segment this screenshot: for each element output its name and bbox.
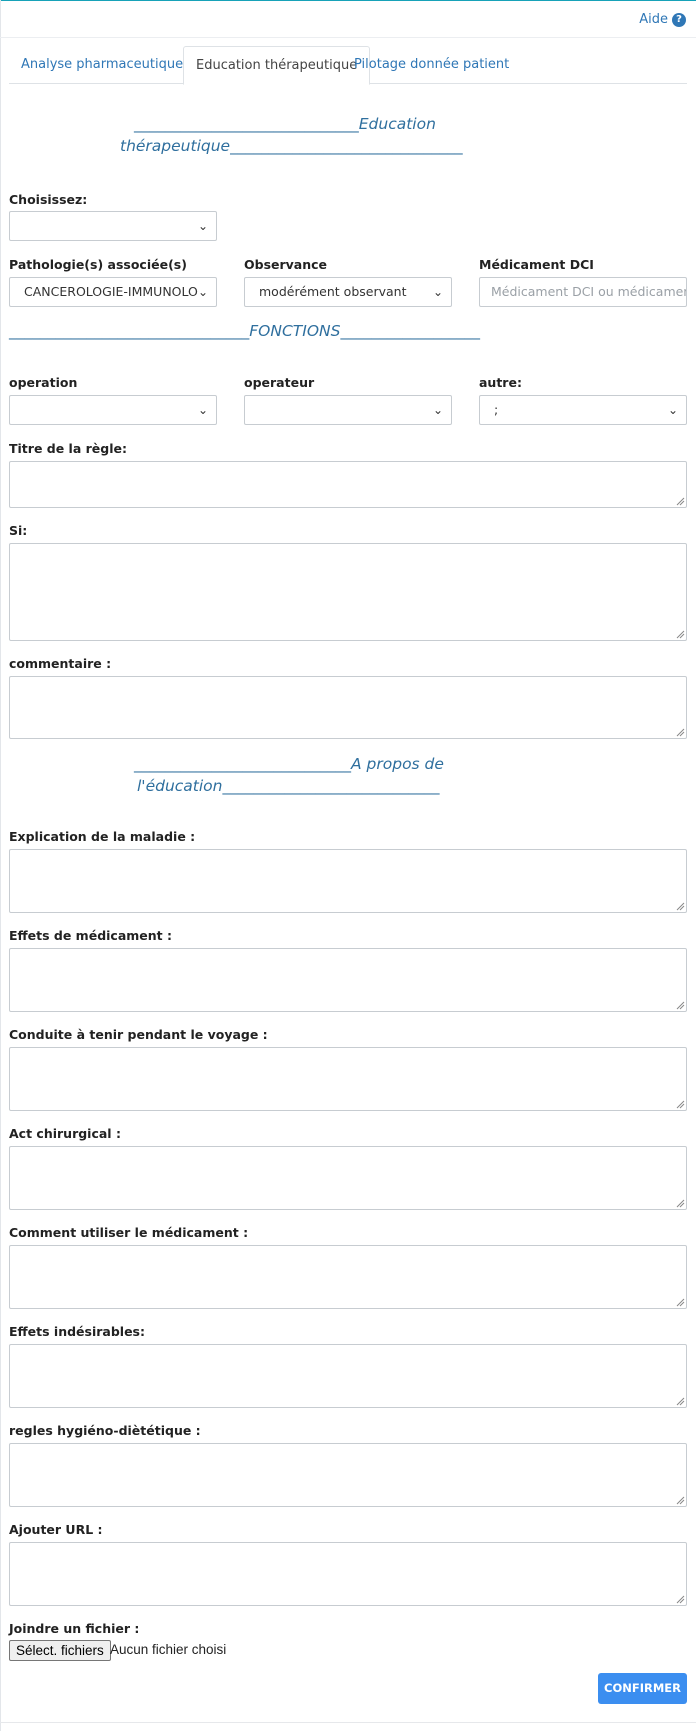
medicament-placeholder: Médicament DCI ou médicamen [491, 284, 687, 299]
resize-grip-icon[interactable] [676, 1100, 685, 1109]
observance-value: modérément observant [259, 284, 407, 299]
titre-textarea[interactable] [9, 461, 687, 508]
resize-grip-icon[interactable] [676, 1298, 685, 1307]
autre-select[interactable]: ; ⌄ [479, 395, 687, 425]
tab-bar: Analyse pharmaceutique Education thérape… [9, 46, 687, 85]
conduite-textarea[interactable] [9, 1047, 687, 1111]
file-status: Aucun fichier choisi [110, 1642, 227, 1657]
resize-grip-icon[interactable] [676, 497, 685, 506]
left-border [0, 0, 1, 1731]
commentaire-textarea[interactable] [9, 676, 687, 739]
si-textarea[interactable] [9, 543, 687, 641]
medicament-input[interactable]: Médicament DCI ou médicamen [479, 277, 687, 307]
url-label: Ajouter URL : [9, 1522, 103, 1537]
explication-textarea[interactable] [9, 849, 687, 913]
top-bar: Aide ? [0, 1, 696, 38]
effets-indesirables-textarea[interactable] [9, 1344, 687, 1408]
effets-medicament-label: Effets de médicament : [9, 928, 172, 943]
chevron-down-icon: ⌄ [667, 403, 678, 417]
section-title-education-line2: thérapeutique___________________________… [120, 137, 463, 155]
effets-indesirables-label: Effets indésirables: [9, 1324, 145, 1339]
autre-label: autre: [479, 375, 522, 390]
tab-pilotage-donnee-patient[interactable]: Pilotage donnée patient [342, 46, 521, 84]
bottom-divider [0, 1722, 696, 1723]
medicament-label: Médicament DCI [479, 257, 594, 272]
choisissez-label: Choisissez: [9, 192, 88, 207]
regles-label: regles hygiéno-diètétique : [9, 1423, 201, 1438]
comment-utiliser-label: Comment utiliser le médicament : [9, 1225, 249, 1240]
help-label: Aide [639, 12, 668, 27]
resize-grip-icon[interactable] [676, 728, 685, 737]
resize-grip-icon[interactable] [676, 630, 685, 639]
observance-label: Observance [244, 257, 328, 272]
titre-label: Titre de la règle: [9, 441, 127, 456]
file-select-button[interactable]: Sélect. fichiers [9, 1640, 111, 1661]
effets-medicament-textarea[interactable] [9, 948, 687, 1012]
act-chirurgical-textarea[interactable] [9, 1146, 687, 1210]
autre-value: ; [494, 402, 499, 417]
operation-select[interactable]: ⌄ [9, 395, 217, 425]
resize-grip-icon[interactable] [676, 1199, 685, 1208]
resize-grip-icon[interactable] [676, 902, 685, 911]
si-label: Si: [9, 523, 28, 538]
observance-select[interactable]: modérément observant ⌄ [244, 277, 452, 307]
section-title-education-line1: _____________________________Education [134, 115, 436, 133]
chevron-down-icon: ⌄ [197, 403, 208, 417]
conduite-label: Conduite à tenir pendant le voyage : [9, 1027, 268, 1042]
help-link[interactable]: Aide ? [639, 12, 686, 27]
url-textarea[interactable] [9, 1542, 687, 1606]
fichier-label: Joindre un fichier : [9, 1621, 140, 1636]
section-title-fonctions: _______________________________FONCTIONS… [9, 322, 480, 340]
chevron-down-icon: ⌄ [197, 219, 208, 233]
act-chirurgical-label: Act chirurgical : [9, 1126, 121, 1141]
explication-label: Explication de la maladie : [9, 829, 196, 844]
resize-grip-icon[interactable] [676, 1595, 685, 1604]
operateur-label: operateur [244, 375, 315, 390]
chevron-down-icon: ⌄ [432, 285, 443, 299]
commentaire-label: commentaire : [9, 656, 112, 671]
operateur-select[interactable]: ⌄ [244, 395, 452, 425]
regles-textarea[interactable] [9, 1443, 687, 1507]
question-circle-icon[interactable]: ? [672, 12, 686, 27]
resize-grip-icon[interactable] [676, 1397, 685, 1406]
section-title-apropos-line2: l'éducation____________________________ [137, 777, 440, 795]
confirm-button[interactable]: CONFIRMER [598, 1673, 687, 1704]
chevron-down-icon: ⌄ [197, 285, 208, 299]
choisissez-select[interactable]: ⌄ [9, 211, 217, 241]
pathologie-label: Pathologie(s) associée(s) [9, 257, 187, 272]
operation-label: operation [9, 375, 78, 390]
tab-analyse-pharmaceutique[interactable]: Analyse pharmaceutique [9, 46, 195, 84]
resize-grip-icon[interactable] [676, 1001, 685, 1010]
section-title-apropos-line1: ____________________________A propos de [134, 755, 444, 773]
comment-utiliser-textarea[interactable] [9, 1245, 687, 1309]
chevron-down-icon: ⌄ [432, 403, 443, 417]
pathologie-select[interactable]: CANCEROLOGIE-IMMUNOLO ⌄ [9, 277, 217, 307]
pathologie-value: CANCEROLOGIE-IMMUNOLO [24, 284, 198, 299]
resize-grip-icon[interactable] [676, 1496, 685, 1505]
